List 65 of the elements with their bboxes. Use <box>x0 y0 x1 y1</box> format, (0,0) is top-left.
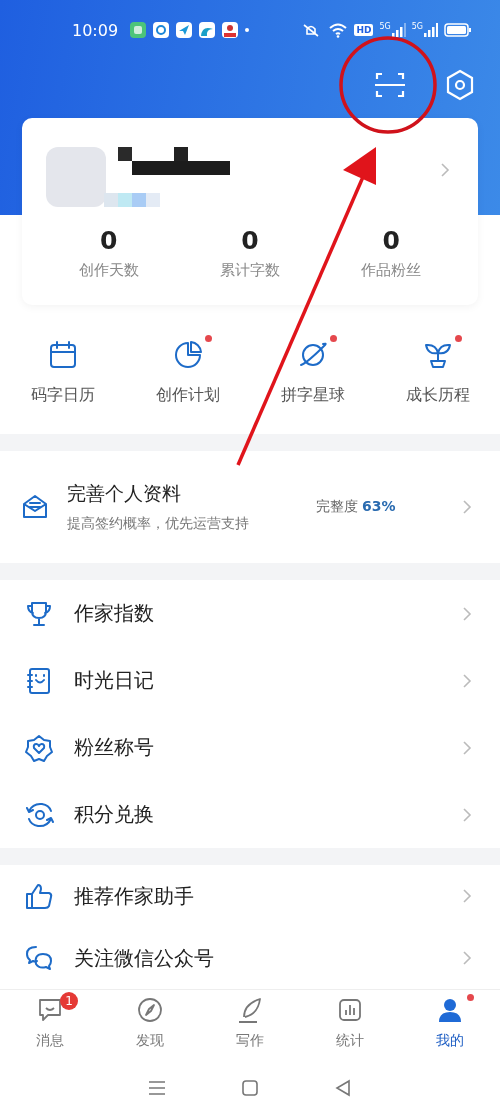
hd-indicator: HD <box>354 24 374 36</box>
menu-item[interactable]: 作家指数 <box>0 580 500 647</box>
notification-dot <box>329 335 337 342</box>
badge-icon <box>24 732 54 763</box>
chevron-icon[interactable] <box>440 162 450 178</box>
person-icon <box>436 996 464 1024</box>
prompt-title[interactable]: 完善个人资料 <box>67 481 249 507</box>
scan-icon[interactable] <box>373 70 407 100</box>
chevron-icon <box>462 605 472 622</box>
chevron-icon <box>462 888 472 904</box>
menu-item[interactable]: 积分兑换 <box>0 781 500 848</box>
signal-icon <box>391 23 406 37</box>
battery-icon <box>444 23 472 37</box>
pen-icon <box>236 996 264 1024</box>
stat-value: 0 <box>382 226 400 255</box>
chevron-icon <box>462 806 472 823</box>
more-notifications-icon <box>245 28 250 32</box>
app-icon <box>130 22 147 38</box>
wifi-icon <box>328 22 349 38</box>
stats-icon <box>336 996 364 1024</box>
menu-item[interactable]: 推荐作家助手 <box>0 865 500 927</box>
network-label: 5G <box>379 23 391 31</box>
stat-label: 创作天数 <box>78 261 139 280</box>
chevron-icon[interactable] <box>462 499 472 515</box>
unread-badge: 1 <box>60 992 78 1010</box>
nav-tab[interactable]: 发现 <box>100 990 200 1062</box>
stat-value: 0 <box>241 226 259 255</box>
nav-tab[interactable]: 1 消息 <box>0 990 100 1062</box>
avatar <box>46 147 106 207</box>
thumb-icon <box>24 881 54 911</box>
settings-icon[interactable] <box>445 69 475 101</box>
home-icon[interactable] <box>240 1078 260 1098</box>
app-icon <box>222 22 239 38</box>
chevron-icon <box>462 739 472 756</box>
nav-tab[interactable]: 写作 <box>200 990 300 1062</box>
compass-icon <box>136 996 164 1024</box>
stat-label: 作品粉丝 <box>361 261 422 280</box>
menu-item[interactable]: 关注微信公众号 <box>0 927 500 989</box>
notification-dot <box>467 994 474 1001</box>
notification-dot <box>454 335 462 342</box>
menu-item[interactable]: 时光日记 <box>0 647 500 714</box>
network-label: 5G <box>411 23 423 31</box>
completion-text: 完整度 63% <box>315 498 396 516</box>
notification-dot <box>204 335 212 342</box>
envelope-icon <box>21 493 49 521</box>
chat-icon <box>36 996 64 1024</box>
menu-item[interactable]: 粉丝称号 <box>0 714 500 781</box>
tool-button[interactable]: 码字日历 <box>7 339 118 406</box>
app-icon <box>153 22 170 38</box>
chevron-icon <box>462 672 472 689</box>
tool-button[interactable]: 创作计划 <box>132 339 243 406</box>
stat-label: 累计字数 <box>220 261 280 280</box>
prompt-subtitle: 提高签约概率，优先运营支持 <box>67 515 249 533</box>
menu-icon[interactable] <box>146 1080 167 1096</box>
tool-button[interactable]: 成长历程 <box>382 339 493 406</box>
app-icon <box>176 22 193 38</box>
status-time: 10:09 <box>72 20 119 40</box>
redacted-id-drawing <box>104 193 160 207</box>
tool-button[interactable]: 拼字星球 <box>257 339 368 406</box>
stat-value: 0 <box>99 226 118 255</box>
chevron-icon <box>462 950 472 966</box>
app-icon <box>199 22 216 38</box>
nav-tab[interactable]: 我的 <box>400 990 500 1062</box>
signal-icon <box>424 23 438 37</box>
nav-tab[interactable]: 统计 <box>300 990 400 1062</box>
